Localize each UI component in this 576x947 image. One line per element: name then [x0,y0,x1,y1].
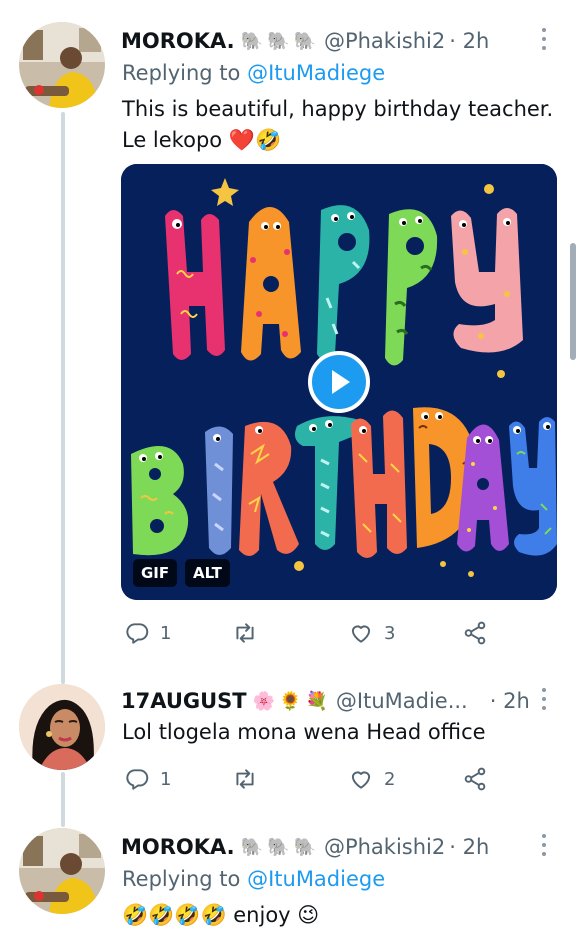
comment-icon [126,769,149,790]
heart-icon [351,771,371,789]
name-emoji: 🐘 🐘 🐘 [241,31,316,52]
tweet-actions: 1 2 [122,764,502,794]
tweet-header: MOROKA. 🐘 🐘 🐘 @Phakishi2 · 2h [121,832,489,862]
play-icon[interactable] [308,351,370,413]
like-button[interactable]: 2 [348,764,395,794]
avatar[interactable] [19,828,105,914]
tweet[interactable]: 17AUGUST 🌸 🌻 💐 @ItuMadie... · 2h Lol tlo… [0,670,576,818]
like-button[interactable]: 3 [348,618,395,648]
tweet-header: 17AUGUST 🌸 🌻 💐 @ItuMadie... · 2h [121,686,530,716]
tweet-text: This is beautiful, happy birthday teache… [122,94,562,156]
bouquet-emoji: 💐 [305,690,328,712]
reply-button[interactable]: 1 [124,764,171,794]
tweet-actions: 1 3 [122,618,502,648]
tweet-text: Lol tlogela mona wena Head office [122,717,562,748]
share-icon [464,767,486,791]
reply-handle-link[interactable]: @ItuMadiege [247,61,385,85]
more-vertical-icon[interactable] [534,686,554,712]
display-name[interactable]: MOROKA. [121,29,235,53]
timestamp[interactable]: · 2h [449,835,489,859]
tweet-text: 🤣🤣🤣🤣 enjoy 😉 [122,900,562,931]
alt-badge[interactable]: ALT [185,559,230,587]
elephant-emoji: 🐘 [293,30,316,52]
share-button[interactable] [462,618,488,648]
name-emoji: 🌸 🌻 💐 [253,691,328,712]
reply-count: 1 [160,622,172,644]
elephant-emoji: 🐘 [240,836,264,858]
reply-count: 1 [160,768,172,790]
scrollbar[interactable] [570,243,576,360]
tweet-text-line: Le lekopo ❤️🤣 [122,128,282,152]
tweet-text-line: 🤣🤣🤣🤣 enjoy 😉 [122,903,320,927]
gif-media[interactable]: GIF ALT [121,164,557,600]
tweet-text-line: Lol tlogela mona wena Head office [122,720,486,744]
gif-badge: GIF [133,559,178,587]
elephant-emoji: 🐘 [267,836,290,858]
replying-to: Replying to @ItuMadiege [122,61,385,85]
elephant-emoji: 🐘 [293,836,316,858]
letter-b [131,446,189,556]
letter-i [205,426,233,555]
share-icon [464,621,486,645]
sunflower-emoji: 🌻 [279,690,302,712]
replying-to-label: Replying to [122,867,248,891]
comment-icon [126,623,149,644]
replying-to: Replying to @ItuMadiege [122,867,385,891]
retweet-icon [236,769,254,789]
name-emoji: 🐘 🐘 🐘 [241,837,316,858]
retweet-button[interactable] [232,618,268,648]
reply-handle-link[interactable]: @ItuMadiege [247,867,385,891]
avatar[interactable] [19,22,105,108]
cherry-blossom-emoji: 🌸 [252,690,276,712]
tweet[interactable]: MOROKA. 🐘 🐘 🐘 @Phakishi2 · 2h Replying t… [0,818,576,947]
like-count: 2 [384,768,396,790]
reply-button[interactable]: 1 [124,618,171,648]
user-handle[interactable]: @Phakishi2 [324,835,445,859]
more-vertical-icon[interactable] [534,832,554,858]
share-button[interactable] [462,764,488,794]
tweet-header: MOROKA. 🐘 🐘 🐘 @Phakishi2 · 2h [121,26,489,56]
tweet-text-line: This is beautiful, happy birthday teache… [122,97,554,121]
timestamp[interactable]: · 2h [490,689,530,713]
display-name[interactable]: MOROKA. [121,835,235,859]
like-count: 3 [384,622,396,644]
avatar[interactable] [19,684,105,770]
replying-to-label: Replying to [122,61,248,85]
display-name[interactable]: 17AUGUST [121,689,247,713]
tweet[interactable]: MOROKA. 🐘 🐘 🐘 @Phakishi2 · 2h Replying t… [0,0,576,670]
user-handle[interactable]: @Phakishi2 [324,29,445,53]
elephant-emoji: 🐘 [267,30,290,52]
user-handle[interactable]: @ItuMadie... [336,689,468,713]
heart-icon [351,625,371,643]
retweet-icon [236,623,254,643]
timestamp[interactable]: · 2h [449,29,489,53]
elephant-emoji: 🐘 [240,30,264,52]
retweet-button[interactable] [232,764,268,794]
more-vertical-icon[interactable] [534,26,554,52]
